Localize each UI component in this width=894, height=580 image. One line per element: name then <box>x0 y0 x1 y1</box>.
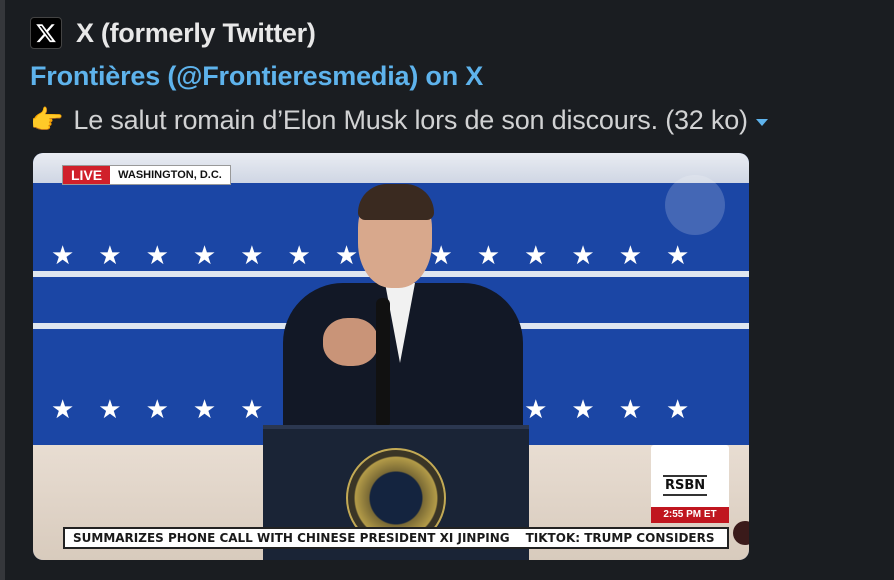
collapse-caret-icon[interactable] <box>755 118 768 126</box>
x-logo-icon <box>30 17 62 49</box>
video-thumbnail[interactable]: ★★★★★★★★★★★★★★ ★★★★★★★★★★★★★★ LIVE WASHI… <box>33 153 749 560</box>
location-label: WASHINGTON, D.C. <box>118 169 222 181</box>
broadcast-time: 2:55 PM ET <box>651 507 729 523</box>
speaker-hand <box>323 318 378 366</box>
news-ticker: SUMMARIZES PHONE CALL WITH CHINESE PRESI… <box>63 527 729 549</box>
caption-text: Le salut romain d’Elon Musk lors de son … <box>73 104 748 135</box>
ticker-item: SUMMARIZES PHONE CALL WITH CHINESE PRESI… <box>73 531 510 545</box>
source-name: X (formerly Twitter) <box>76 17 316 48</box>
background-seal-icon <box>665 175 725 235</box>
link-unfurl: X (formerly Twitter) Frontières (@Fronti… <box>30 14 880 138</box>
live-banner: LIVE WASHINGTON, D.C. <box>62 165 231 185</box>
microphone-icon <box>376 298 390 428</box>
speaker-hair <box>358 184 434 220</box>
unfurl-source: X (formerly Twitter) <box>30 14 880 52</box>
live-badge: LIVE <box>63 166 111 184</box>
unfurl-caption: 👉 Le salut romain d’Elon Musk lors de so… <box>30 102 880 138</box>
ticker-item: TIKTOK: TRUMP CONSIDERS <box>525 531 715 545</box>
attachment-left-bar <box>0 0 5 580</box>
rsbn-label: RSBN <box>663 475 708 496</box>
unfurl-title-link[interactable]: Frontières (@Frontieresmedia) on X <box>30 58 880 94</box>
pointing-hand-icon: 👉 <box>30 105 64 135</box>
